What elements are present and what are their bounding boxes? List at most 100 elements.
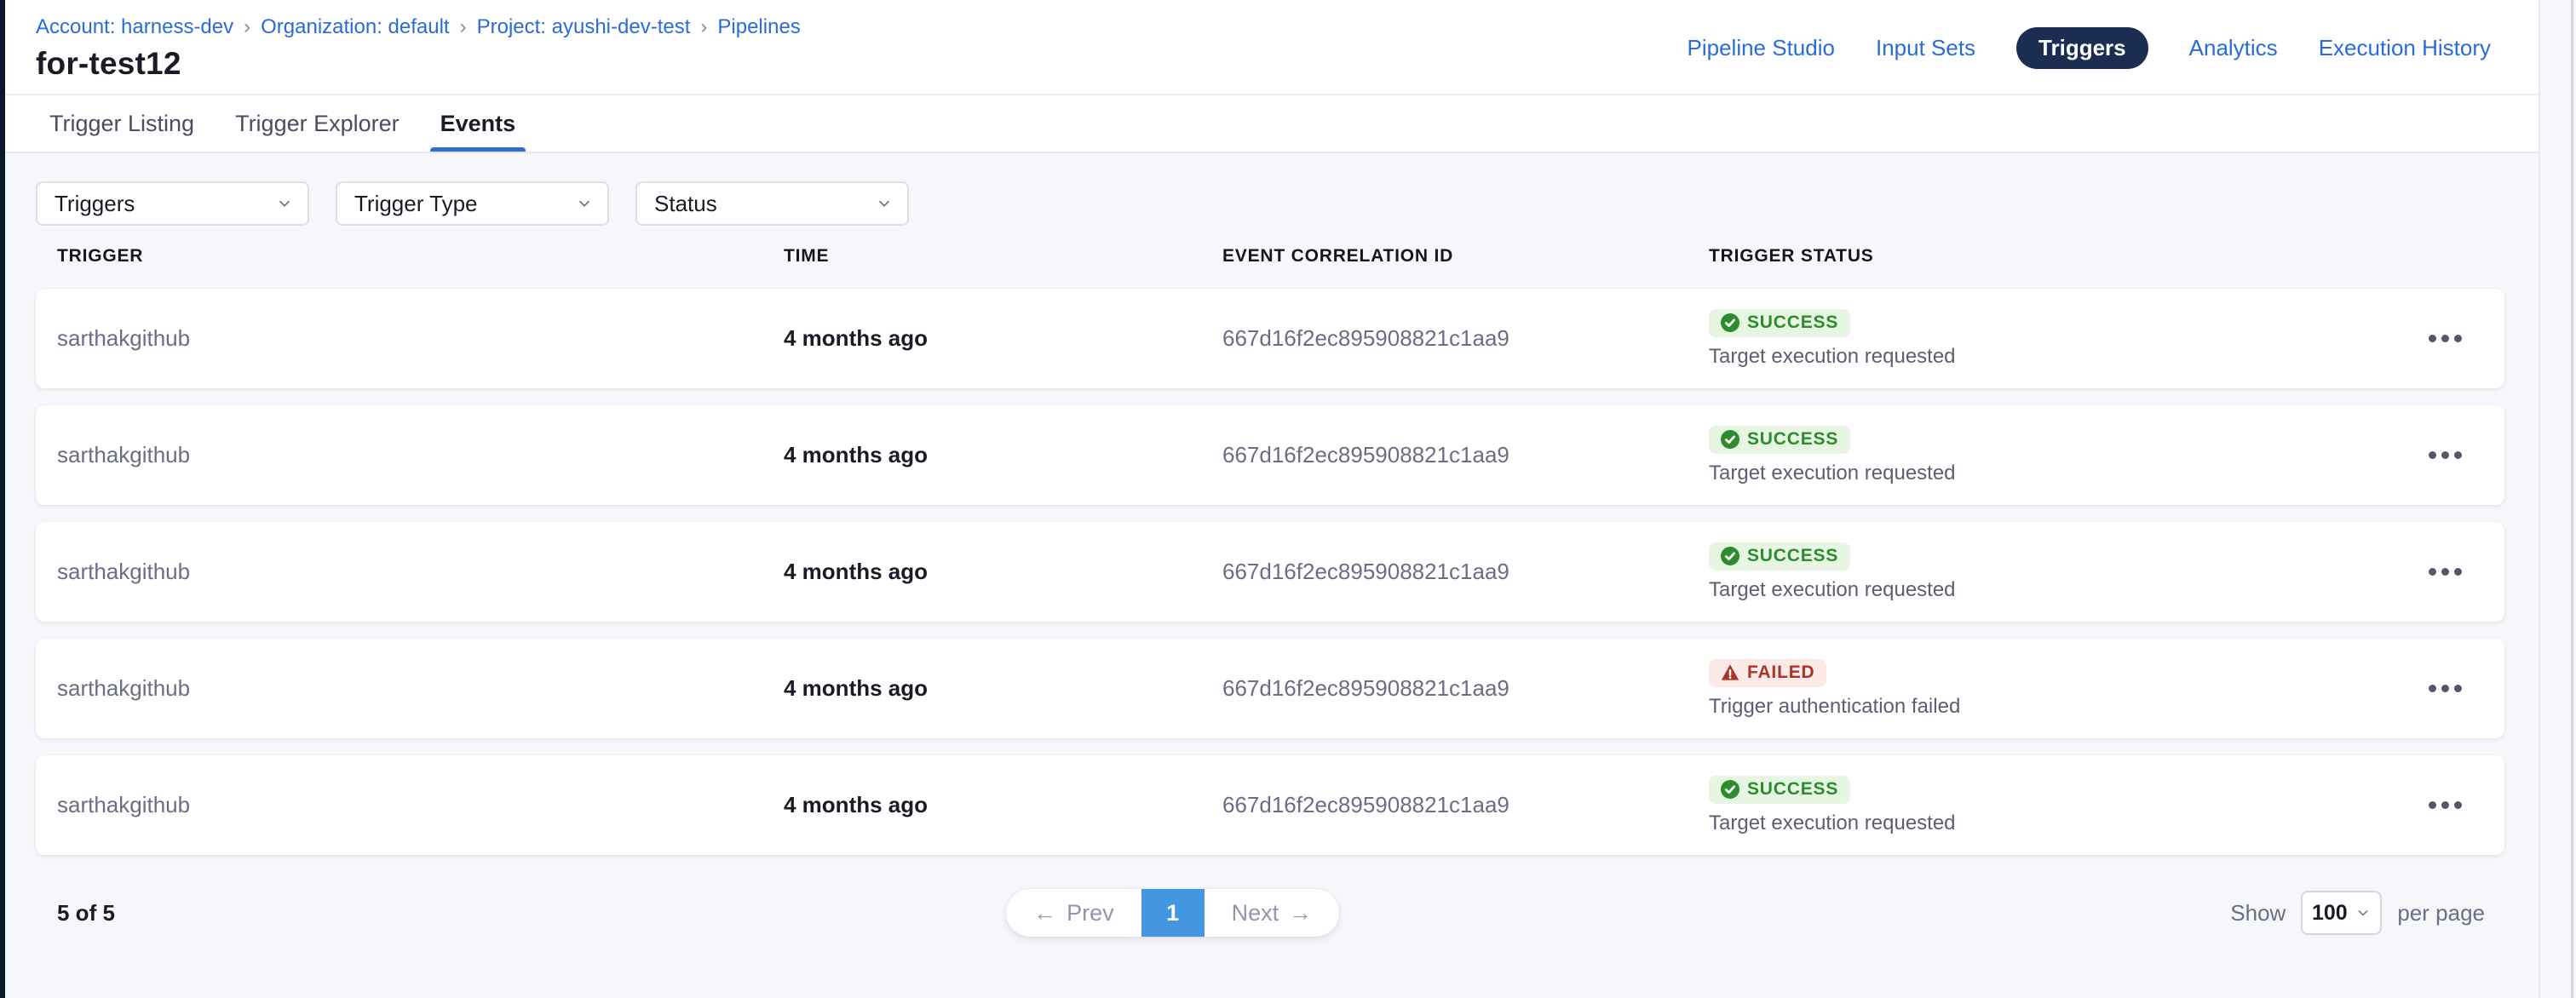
page-header: Account: harness-dev › Organization: def… bbox=[0, 0, 2539, 95]
breadcrumb-project-link[interactable]: Project: ayushi-dev-test bbox=[477, 15, 691, 39]
event-correlation-id: 667d16f2ec895908821c1aa9 bbox=[1222, 325, 1709, 352]
events-table-body: sarthakgithub 4 months ago 667d16f2ec895… bbox=[36, 289, 2504, 855]
triggers-filter-label: Triggers bbox=[55, 191, 135, 217]
chevron-down-icon bbox=[575, 194, 594, 213]
breadcrumb-separator-icon: › bbox=[460, 15, 467, 39]
status-message: Target execution requested bbox=[1709, 578, 1956, 602]
column-header-trigger-status: TRIGGER STATUS bbox=[1709, 246, 2411, 267]
event-correlation-id: 667d16f2ec895908821c1aa9 bbox=[1222, 675, 1709, 702]
event-row: sarthakgithub 4 months ago 667d16f2ec895… bbox=[36, 405, 2504, 505]
event-row: sarthakgithub 4 months ago 667d16f2ec895… bbox=[36, 289, 2504, 388]
breadcrumb-separator-icon: › bbox=[700, 15, 707, 39]
page-size-value: 100 bbox=[2312, 901, 2348, 926]
prev-page-label: Prev bbox=[1067, 900, 1114, 926]
row-actions-menu-button[interactable] bbox=[2411, 289, 2479, 388]
row-actions-menu-button[interactable] bbox=[2411, 522, 2479, 622]
warning-triangle-icon bbox=[1721, 663, 1739, 682]
status-filter-select[interactable]: Status bbox=[635, 181, 909, 226]
breadcrumb-account-link[interactable]: Account: harness-dev bbox=[36, 15, 233, 39]
row-actions-menu-button[interactable] bbox=[2411, 405, 2479, 505]
status-badge-label: SUCCESS bbox=[1747, 546, 1838, 566]
trigger-name: sarthakgithub bbox=[57, 442, 784, 468]
nav-triggers-active[interactable]: Triggers bbox=[2016, 27, 2148, 69]
event-time: 4 months ago bbox=[784, 675, 1222, 702]
column-header-event-correlation-id: EVENT CORRELATION ID bbox=[1222, 246, 1709, 267]
status-badge: SUCCESS bbox=[1709, 542, 1850, 571]
status-badge: SUCCESS bbox=[1709, 426, 1850, 454]
collapsed-sidebar-rail[interactable] bbox=[0, 0, 5, 998]
status-badge-label: FAILED bbox=[1747, 662, 1814, 683]
nav-input-sets[interactable]: Input Sets bbox=[1876, 35, 1975, 61]
trigger-status-cell: SUCCESS Target execution requested bbox=[1709, 776, 2411, 835]
status-badge-label: SUCCESS bbox=[1747, 429, 1838, 450]
event-row: sarthakgithub 4 months ago 667d16f2ec895… bbox=[36, 639, 2504, 738]
breadcrumb-separator-icon: › bbox=[244, 15, 250, 39]
status-badge: FAILED bbox=[1709, 659, 1826, 687]
tab-trigger-explorer[interactable]: Trigger Explorer bbox=[232, 95, 403, 152]
current-page-button[interactable]: 1 bbox=[1141, 889, 1205, 937]
triggers-filter-select[interactable]: Triggers bbox=[36, 181, 309, 226]
status-badge-label: SUCCESS bbox=[1747, 779, 1838, 800]
triggers-tabbar: Trigger Listing Trigger Explorer Events bbox=[0, 95, 2539, 153]
event-correlation-id: 667d16f2ec895908821c1aa9 bbox=[1222, 559, 1709, 585]
row-actions-menu-button[interactable] bbox=[2411, 755, 2479, 855]
status-filter-label: Status bbox=[654, 191, 717, 217]
pipeline-triggers-page: Account: harness-dev › Organization: def… bbox=[0, 0, 2539, 937]
check-circle-icon bbox=[1721, 780, 1739, 799]
next-page-label: Next bbox=[1232, 900, 1279, 926]
nav-analytics[interactable]: Analytics bbox=[2189, 35, 2278, 61]
trigger-status-cell: FAILED Trigger authentication failed bbox=[1709, 659, 2411, 719]
trigger-status-cell: SUCCESS Target execution requested bbox=[1709, 426, 2411, 485]
chevron-down-icon bbox=[875, 194, 894, 213]
status-message: Target execution requested bbox=[1709, 812, 1956, 835]
row-actions-menu-button[interactable] bbox=[2411, 639, 2479, 738]
event-correlation-id: 667d16f2ec895908821c1aa9 bbox=[1222, 792, 1709, 818]
trigger-type-filter-label: Trigger Type bbox=[354, 191, 478, 217]
trigger-type-filter-select[interactable]: Trigger Type bbox=[336, 181, 609, 226]
page-size-control: Show 100 per page bbox=[2230, 891, 2485, 935]
scrollbar-gutter[interactable] bbox=[2539, 0, 2576, 998]
event-time: 4 months ago bbox=[784, 442, 1222, 468]
check-circle-icon bbox=[1721, 313, 1739, 332]
status-badge: SUCCESS bbox=[1709, 309, 1850, 337]
event-row: sarthakgithub 4 months ago 667d16f2ec895… bbox=[36, 522, 2504, 622]
arrow-left-icon: ← bbox=[1033, 900, 1056, 926]
show-label: Show bbox=[2230, 900, 2286, 926]
event-time: 4 months ago bbox=[784, 325, 1222, 352]
status-message: Target execution requested bbox=[1709, 345, 1956, 369]
pagination-bar: 5 of 5 ← Prev 1 Next → Show 100 bbox=[36, 889, 2504, 937]
status-badge: SUCCESS bbox=[1709, 776, 1850, 804]
event-time: 4 months ago bbox=[784, 792, 1222, 818]
page-size-select[interactable]: 100 bbox=[2301, 891, 2382, 935]
trigger-name: sarthakgithub bbox=[57, 675, 784, 702]
breadcrumb-organization-link[interactable]: Organization: default bbox=[261, 15, 449, 39]
check-circle-icon bbox=[1721, 430, 1739, 449]
status-message: Target execution requested bbox=[1709, 462, 1956, 485]
events-content: Triggers Trigger Type Status TRIGGER TIM… bbox=[0, 153, 2539, 937]
trigger-name: sarthakgithub bbox=[57, 559, 784, 585]
filters-row: Triggers Trigger Type Status bbox=[36, 181, 2539, 226]
trigger-name: sarthakgithub bbox=[57, 792, 784, 818]
check-circle-icon bbox=[1721, 547, 1739, 565]
status-badge-label: SUCCESS bbox=[1747, 313, 1838, 333]
pager: ← Prev 1 Next → bbox=[1006, 889, 1339, 937]
tab-events[interactable]: Events bbox=[437, 95, 520, 152]
event-row: sarthakgithub 4 months ago 667d16f2ec895… bbox=[36, 755, 2504, 855]
nav-execution-history[interactable]: Execution History bbox=[2319, 35, 2491, 61]
event-time: 4 months ago bbox=[784, 559, 1222, 585]
status-message: Trigger authentication failed bbox=[1709, 695, 1960, 719]
results-count: 5 of 5 bbox=[57, 900, 115, 926]
per-page-label: per page bbox=[2397, 900, 2485, 926]
nav-pipeline-studio[interactable]: Pipeline Studio bbox=[1688, 35, 1835, 61]
event-correlation-id: 667d16f2ec895908821c1aa9 bbox=[1222, 442, 1709, 468]
tab-trigger-listing[interactable]: Trigger Listing bbox=[46, 95, 198, 152]
trigger-name: sarthakgithub bbox=[57, 325, 784, 352]
column-header-trigger: TRIGGER bbox=[57, 246, 784, 267]
breadcrumb-pipelines-link[interactable]: Pipelines bbox=[717, 15, 800, 39]
trigger-status-cell: SUCCESS Target execution requested bbox=[1709, 542, 2411, 602]
next-page-button[interactable]: Next → bbox=[1205, 889, 1340, 937]
trigger-status-cell: SUCCESS Target execution requested bbox=[1709, 309, 2411, 369]
prev-page-button[interactable]: ← Prev bbox=[1006, 889, 1141, 937]
chevron-down-icon bbox=[275, 194, 294, 213]
pipeline-top-nav: Pipeline Studio Input Sets Triggers Anal… bbox=[1688, 0, 2492, 95]
